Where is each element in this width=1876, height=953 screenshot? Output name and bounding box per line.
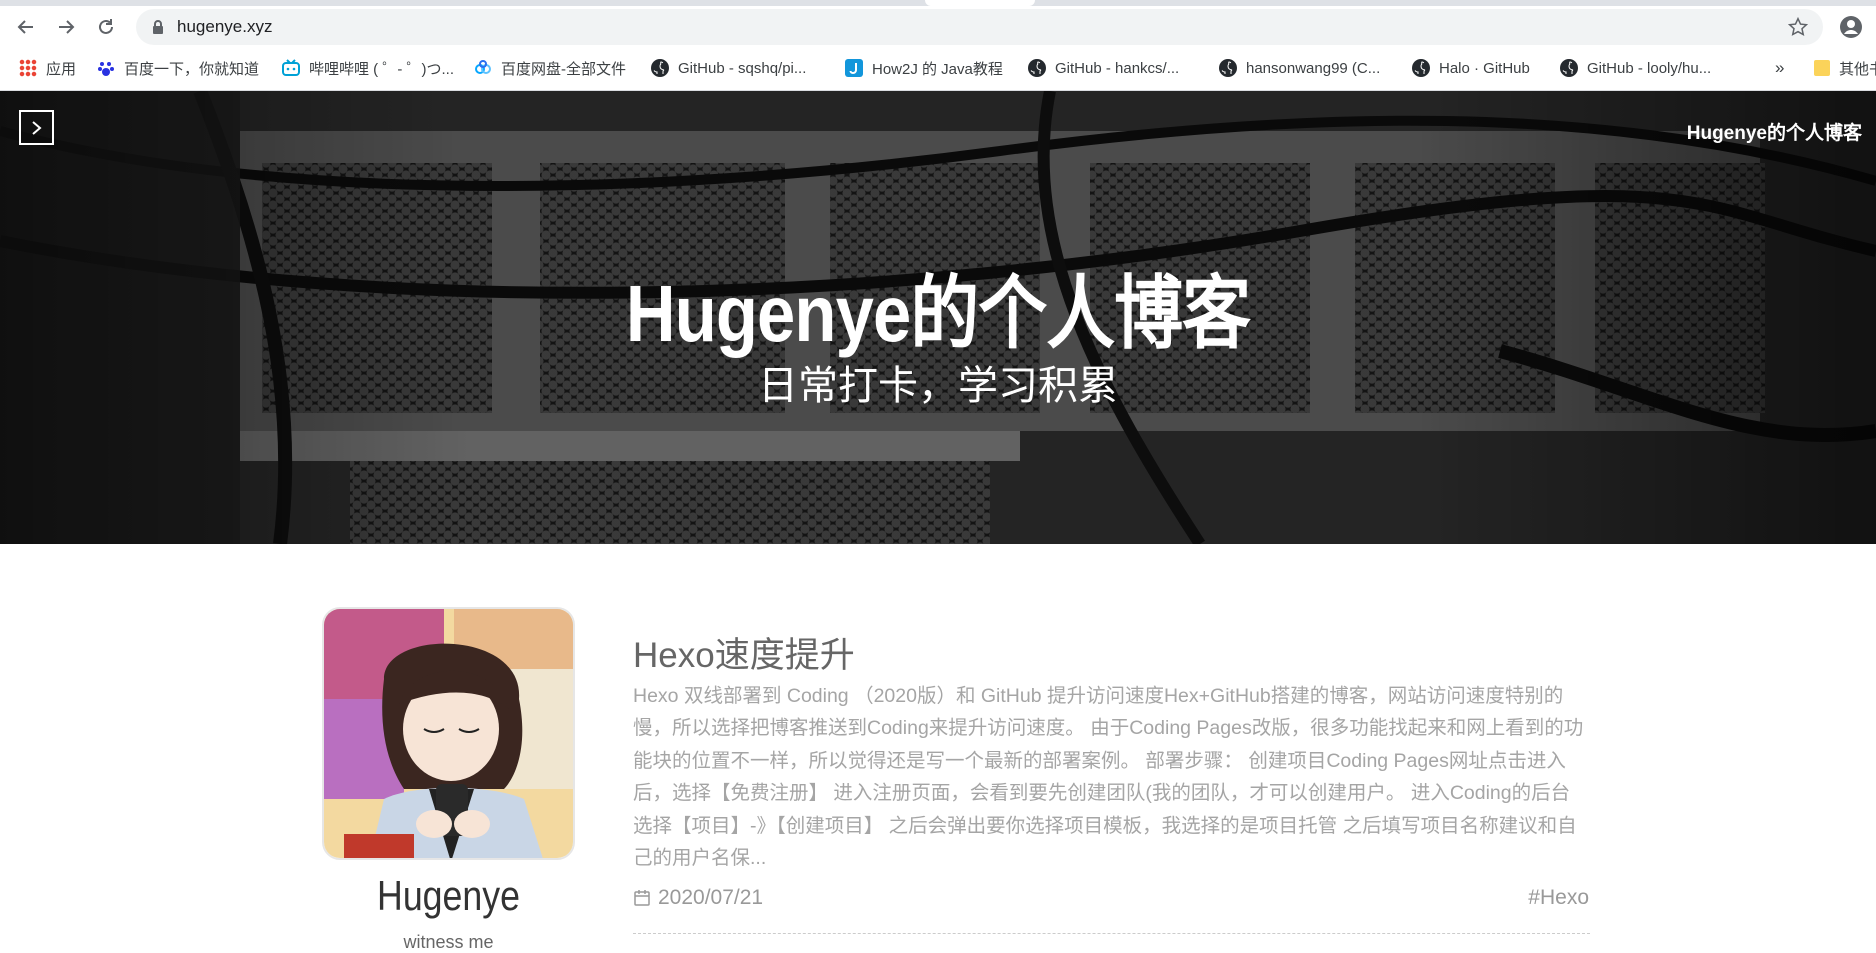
github-icon [1219,59,1237,77]
author-bio: witness me [403,932,494,952]
bookmarks-overflow-button[interactable]: » [1775,54,1784,82]
forward-button[interactable] [49,10,83,44]
folder-icon [1814,60,1830,76]
back-button[interactable] [9,10,43,44]
browser-chrome: hugenye.xyz 应用 百度一下，你就知道 哔哩哔哩 ( ゜- ゜)つ..… [0,0,1876,91]
other-bookmarks-folder[interactable]: 其他书 [1814,54,1876,82]
bookmark-label: 其他书 [1839,60,1876,78]
bilibili-icon [282,59,300,77]
reload-icon [99,19,113,34]
bookmark-label: 百度一下，你就知道 [124,60,260,78]
profile-button[interactable] [1834,10,1868,44]
lock-icon[interactable] [152,20,164,34]
bookmark-how2j[interactable]: How2J 的 Java教程 [845,54,1003,82]
sidebar-toggle-button[interactable] [19,110,54,145]
chevron-right-icon [31,120,42,135]
author-name: Hugenye [377,872,520,919]
tab-strip [0,0,1876,6]
bookmark-label: Halo · GitHub [1439,59,1530,77]
bookmark-github-looly[interactable]: GitHub - looly/hu... [1560,54,1711,82]
bookmark-bilibili[interactable]: 哔哩哔哩 ( ゜- ゜)つ... [282,54,454,82]
avatar-illustration [324,609,573,858]
baidu-icon [97,59,115,77]
bookmark-label: GitHub - looly/hu... [1587,59,1712,77]
post-title-link[interactable]: Hexo速度提升 [633,627,855,678]
bookmark-baidu[interactable]: 百度一下，你就知道 [97,54,259,82]
bookmark-label: How2J 的 Java教程 [872,60,1003,78]
hero-banner: Hugenye的个人博客 Hugenye的个人博客 日常打卡，学习积累 [0,91,1876,544]
reload-button[interactable] [89,10,123,44]
site-subtitle: 日常打卡，学习积累 [758,364,1118,408]
bookmark-label: GitHub - sqshq/pi... [678,59,807,77]
bookmark-baidu-netdisk[interactable]: 百度网盘-全部文件 [474,54,626,82]
bookmark-github-hankcs[interactable]: GitHub - hankcs/... [1028,54,1179,82]
url-text[interactable]: hugenye.xyz [177,17,272,37]
bookmark-github-pi[interactable]: GitHub - sqshq/pi... [651,54,806,82]
bookmark-hansonwang99[interactable]: hansonwang99 (C... [1219,54,1380,82]
github-icon [1560,59,1578,77]
bookmark-halo-github[interactable]: Halo · GitHub [1412,54,1530,82]
active-tab-edge[interactable] [925,0,1035,6]
site-title: Hugenye的个人博客 [625,269,1251,358]
apps-grid-icon [19,59,37,77]
bookmark-label: 应用 [46,60,77,78]
how2j-icon [845,59,863,77]
post-excerpt: Hexo 双线部署到 Coding （2020版）和 GitHub 提升访问速度… [633,685,1584,870]
bookmarks-bar: 应用 百度一下，你就知道 哔哩哔哩 ( ゜- ゜)つ... 百度网盘-全部文件 … [0,54,1876,86]
forward-arrow-icon [59,20,75,34]
bookmark-apps[interactable]: 应用 [19,54,76,82]
post-date: 2020/07/21 [633,886,763,910]
github-icon [1412,59,1430,77]
address-bar[interactable]: hugenye.xyz [136,9,1823,45]
back-arrow-icon [17,20,33,34]
bookmark-label: GitHub - hankcs/... [1055,59,1180,77]
calendar-icon [634,890,650,906]
post-tag-link[interactable]: #Hexo [1528,886,1589,910]
post-divider [633,933,1590,934]
profile-icon [1840,16,1862,38]
post-date-text: 2020/07/21 [658,886,764,909]
bookmark-label: hansonwang99 (C... [1246,59,1381,77]
bookmark-label: 百度网盘-全部文件 [501,60,626,78]
bookmark-label: 哔哩哔哩 ( ゜- ゜)つ... [309,60,454,78]
baidu-netdisk-icon [474,59,492,77]
github-icon [1028,59,1046,77]
star-icon[interactable] [1788,17,1808,37]
github-icon [651,59,669,77]
avatar[interactable] [322,607,575,860]
site-brand-link[interactable]: Hugenye的个人博客 [1687,118,1862,145]
